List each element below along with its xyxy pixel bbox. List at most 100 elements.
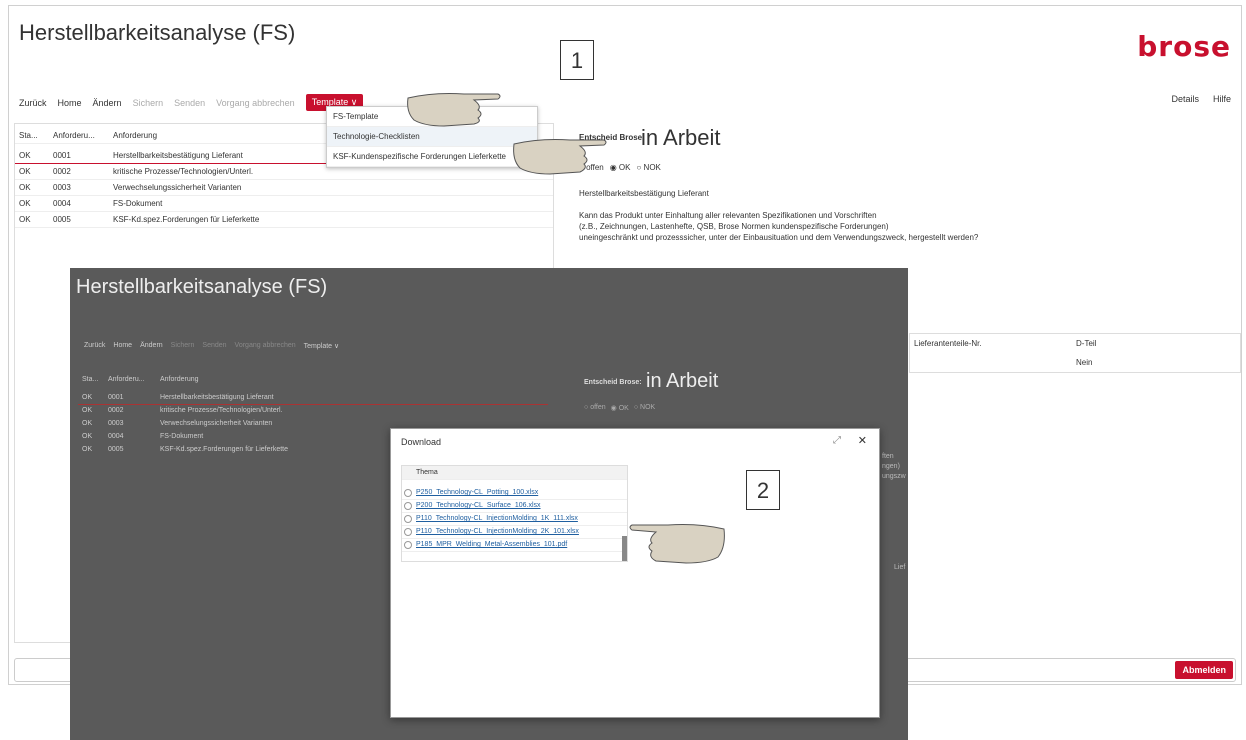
partial-text: ften ngen) ungszw	[882, 452, 906, 482]
list-item[interactable]: P185_MPR_Welding_Metal-Assemblies_101.pd…	[402, 538, 627, 552]
cell-status: OK	[19, 199, 31, 208]
callout-2: 2	[746, 470, 780, 510]
page-title: Herstellbarkeitsanalyse (FS)	[76, 276, 328, 298]
detail-text-3: uneingeschränkt und prozesssicher, unter…	[579, 233, 979, 242]
cell-nr: 0002	[108, 407, 124, 414]
cell-nr: 0001	[53, 151, 71, 160]
cancel-process-button[interactable]: Vorgang abbrechen	[216, 98, 295, 108]
file-link[interactable]: P110_Technology-CL_InjectionMolding_2K_1…	[416, 525, 579, 538]
page-title: Herstellbarkeitsanalyse (FS)	[19, 20, 296, 45]
cell-text: Herstellbarkeitsbestätigung Lieferant	[160, 394, 274, 401]
file-list: Thema P250_Technology-CL_Potting_100.xls…	[401, 465, 628, 562]
radio-nok-label: NOK	[643, 163, 661, 172]
back-button[interactable]: Zurück	[84, 342, 105, 350]
radio-nok[interactable]: ○ NOK	[636, 163, 660, 172]
file-link[interactable]: P110_Technology-CL_InjectionMolding_1K_1…	[416, 512, 578, 525]
col-anforderung[interactable]: Anforderung	[113, 128, 157, 144]
cell-status: OK	[19, 167, 31, 176]
cell-status: OK	[19, 151, 31, 160]
table-row[interactable]: OK 0003 Verwechselungssicherheit Variant…	[15, 180, 553, 196]
decision-radios: ○ offen ◉ OK ○ NOK	[584, 404, 655, 412]
col-nr[interactable]: Anforderu...	[53, 128, 95, 144]
pointing-hand-icon	[513, 139, 607, 175]
back-button[interactable]: Zurück	[19, 98, 47, 108]
radio-ok-label: OK	[618, 405, 629, 412]
menu-item-technologie-checklisten[interactable]: Technologie-Checklisten	[327, 127, 537, 147]
cancel-process-button[interactable]: Vorgang abbrechen	[235, 342, 296, 350]
cell-status: OK	[82, 394, 93, 401]
send-button[interactable]: Senden	[202, 342, 226, 350]
pointing-hand-icon	[629, 524, 725, 564]
edit-button[interactable]: Ändern	[140, 342, 163, 350]
radio-nok[interactable]: ○ NOK	[634, 404, 655, 412]
expand-icon[interactable]: ⤢	[833, 435, 841, 446]
radio-button[interactable]	[404, 528, 412, 536]
cell-nr: 0003	[53, 183, 71, 192]
edit-button[interactable]: Ändern	[93, 98, 122, 108]
radio-button[interactable]	[404, 541, 412, 549]
status-value: in Arbeit	[641, 125, 721, 150]
pointing-hand-icon	[407, 93, 501, 127]
col-lieferantenteile: Lieferantenteile-Nr.	[914, 339, 982, 348]
radio-button[interactable]	[404, 515, 412, 523]
radio-button[interactable]	[404, 489, 412, 497]
status-value: in Arbeit	[646, 370, 719, 392]
save-button[interactable]: Sichern	[171, 342, 195, 350]
cell-text: Herstellbarkeitsbestätigung Lieferant	[113, 151, 243, 160]
radio-offen-label: offen	[590, 404, 606, 411]
col-nr: Anforderu...	[108, 376, 145, 383]
radio-offen[interactable]: ○ offen	[584, 404, 606, 412]
details-button[interactable]: Details	[1171, 94, 1199, 104]
cell-dteil: Nein	[1076, 358, 1093, 367]
logout-button[interactable]: Abmelden	[1175, 661, 1233, 679]
selected-row-line	[78, 404, 548, 405]
list-item[interactable]: P250_Technology-CL_Potting_100.xlsx	[402, 486, 627, 500]
entscheid-label: Entscheid Brose:	[584, 379, 642, 386]
close-icon[interactable]: ✕	[858, 434, 867, 447]
home-button[interactable]: Home	[113, 342, 132, 350]
cell-status: OK	[82, 420, 93, 427]
parts-table: Lieferantenteile-Nr. D-Teil Nein	[909, 333, 1241, 373]
menu-item-ksf[interactable]: KSF-Kundenspezifische Forderungen Liefer…	[327, 147, 537, 167]
list-item[interactable]: P110_Technology-CL_InjectionMolding_2K_1…	[402, 525, 627, 539]
cell-nr: 0005	[53, 215, 71, 224]
cell-status: OK	[19, 215, 31, 224]
col-thema: Thema	[416, 469, 438, 476]
file-link[interactable]: P200_Technology-CL_Surface_106.xlsx	[416, 499, 541, 512]
table-row[interactable]: OK 0004 FS-Dokument	[15, 196, 553, 212]
col-anforderung: Anforderung	[160, 376, 199, 383]
col-status[interactable]: Sta...	[19, 128, 38, 144]
file-link[interactable]: P250_Technology-CL_Potting_100.xlsx	[416, 486, 538, 499]
send-button[interactable]: Senden	[174, 98, 205, 108]
save-button[interactable]: Sichern	[133, 98, 164, 108]
cell-text: KSF-Kd.spez.Forderungen für Lieferkette	[160, 446, 289, 453]
list-item[interactable]: P110_Technology-CL_InjectionMolding_1K_1…	[402, 512, 627, 526]
detail-text-1: Kann das Produkt unter Einhaltung aller …	[579, 211, 877, 220]
toolbar-right: Details Hilfe	[1171, 94, 1231, 104]
col-dteil: D-Teil	[1076, 339, 1097, 348]
cell-text: FS-Dokument	[113, 199, 163, 208]
brose-logo: brose	[1137, 30, 1231, 63]
detail-heading: Herstellbarkeitsbestätigung Lieferant	[579, 189, 709, 198]
partial-col: Lief	[894, 564, 906, 571]
radio-ok[interactable]: ◉ OK	[610, 163, 631, 172]
radio-ok[interactable]: ◉ OK	[611, 404, 629, 412]
cell-text: Verwechselungssicherheit Varianten	[113, 183, 242, 192]
radio-nok-label: NOK	[640, 404, 656, 411]
partial-line: ften	[882, 453, 894, 460]
cell-nr: 0003	[108, 420, 124, 427]
home-button[interactable]: Home	[58, 98, 82, 108]
cell-text: FS-Dokument	[160, 433, 204, 440]
list-item[interactable]: P200_Technology-CL_Surface_106.xlsx	[402, 499, 627, 513]
list-header: Thema	[402, 466, 627, 480]
callout-1: 1	[560, 40, 594, 80]
table-row[interactable]: OK 0005 KSF-Kd.spez.Forderungen für Lief…	[15, 212, 553, 228]
cell-text: KSF-Kd.spez.Forderungen für Lieferkette	[113, 215, 260, 224]
toolbar: Zurück Home Ändern Sichern Senden Vorgan…	[19, 94, 364, 111]
template-button[interactable]: Template ∨	[304, 342, 339, 350]
radio-button[interactable]	[404, 502, 412, 510]
cell-nr: 0001	[108, 394, 124, 401]
file-link[interactable]: P185_MPR_Welding_Metal-Assemblies_101.pd…	[416, 538, 567, 551]
help-button[interactable]: Hilfe	[1213, 94, 1231, 104]
cell-nr: 0004	[53, 199, 71, 208]
